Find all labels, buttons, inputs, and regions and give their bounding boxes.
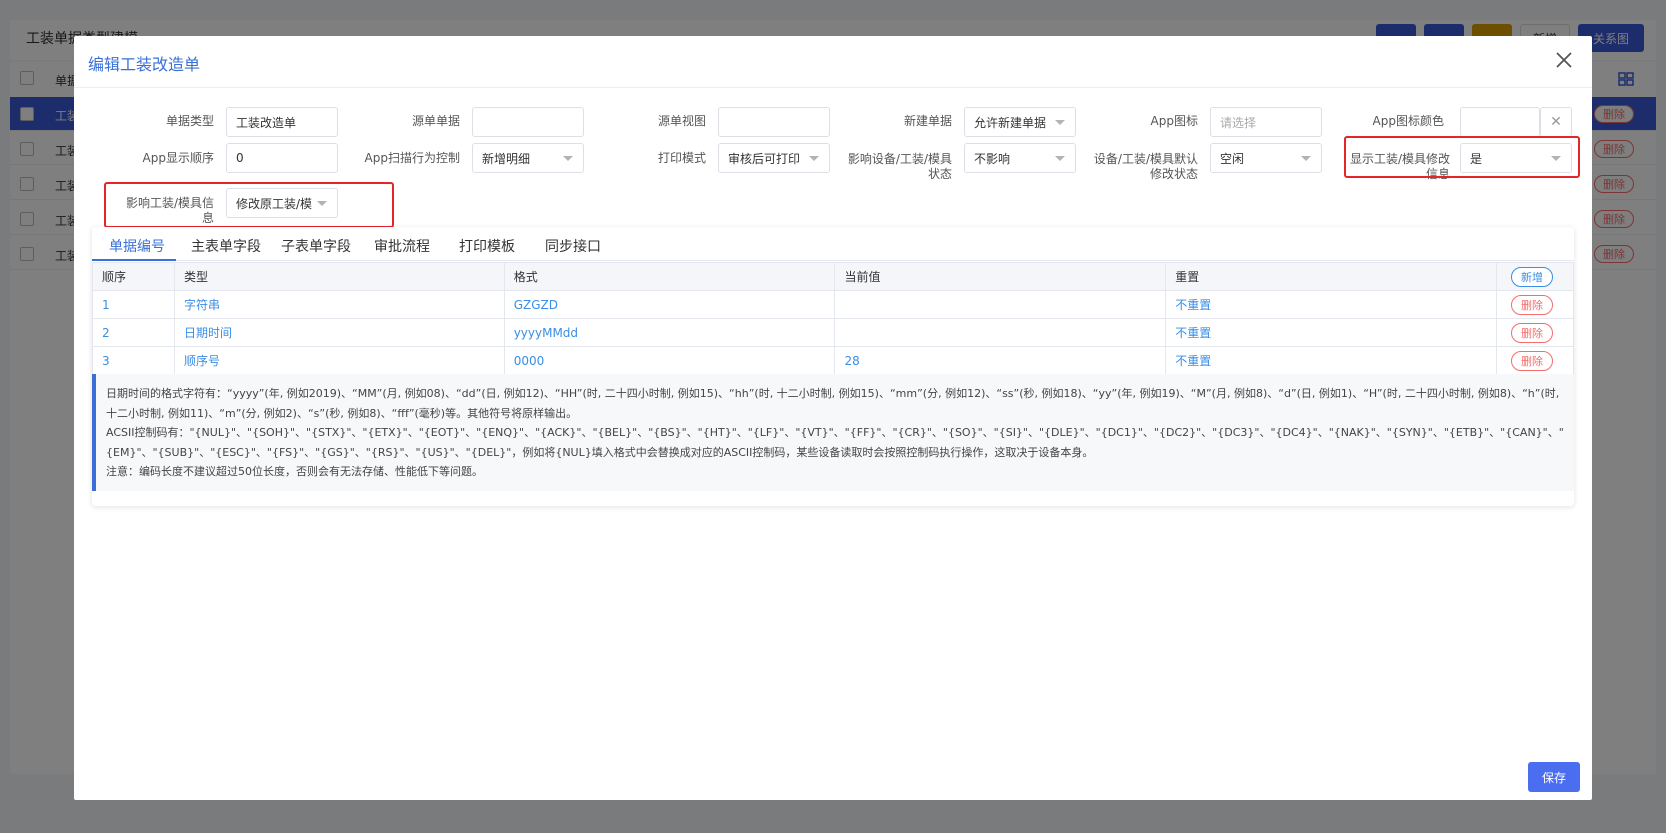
source-doc-label: 源单单据 [411,114,460,128]
column-header: 顺序 [92,262,175,291]
new-doc-value: 允许新建单据 [974,115,1047,130]
delete-row-button[interactable]: 删除 [1510,322,1553,343]
print-mode-value: 审核后可打印 [728,151,801,166]
new-doc-label: 新建单据 [903,114,952,128]
app-icon-field[interactable]: 请选择 [1210,107,1322,137]
tab-sub-fields[interactable]: 子表单字段 [281,236,351,256]
current-value-cell[interactable] [834,318,1167,347]
tab-bar: 单据编号 主表单字段 子表单字段 审批流程 打印模板 同步接口 [92,227,1574,261]
active-tab-indicator [92,259,176,261]
type-cell[interactable]: 字符串 [173,290,505,319]
affect-state-label: 影响设备/工装/模具状态 [847,152,952,181]
default-state-select[interactable]: 空闲 [1210,143,1322,173]
highlight-box [104,182,394,228]
table-row[interactable]: 2 日期时间 yyyyMMdd 不重置 删除 [92,318,1575,347]
dialog-header: 编辑工装改造单 [74,36,1592,88]
date-format-help: 日期时间的格式字符有：“yyyy”(年, 例如2019)、“MM”(月, 例如0… [106,387,1560,420]
order-cell[interactable]: 1 [92,290,175,319]
doc-type-field[interactable]: 工装改造单 [226,107,338,137]
tab-approval[interactable]: 审批流程 [374,236,430,256]
highlight-box [1344,136,1580,178]
add-row-button[interactable]: 新增 [1510,266,1553,287]
column-header: 重置 [1165,262,1497,291]
reset-cell[interactable]: 不重置 [1165,318,1497,347]
chevron-down-icon [809,156,819,161]
tab-print-template[interactable]: 打印模板 [459,236,515,256]
numbering-table: 顺序 类型 格式 当前值 重置 新增 1 字符串 GZGZD 不重置 删除 2 … [92,262,1575,375]
doc-type-label: 单据类型 [165,114,214,128]
ascii-code-help: ACSII控制码有："{NUL}"、"{SOH}"、"{STX}"、"{ETX}… [106,426,1564,459]
table-header-row: 顺序 类型 格式 当前值 重置 新增 [92,262,1575,291]
app-icon-color-label: App图标颜色 [1372,114,1444,128]
format-cell[interactable]: yyyyMMdd [503,318,836,347]
app-scan-label: App扫描行为控制 [364,151,460,165]
add-column: 新增 [1495,262,1575,291]
close-icon[interactable] [1552,48,1576,72]
default-state-value: 空闲 [1220,151,1245,166]
format-cell[interactable]: GZGZD [503,290,836,319]
new-doc-select[interactable]: 允许新建单据 [964,107,1076,137]
delete-row-button[interactable]: 删除 [1510,294,1553,315]
affect-state-select[interactable]: 不影响 [964,143,1076,173]
reset-cell[interactable]: 不重置 [1165,290,1497,319]
action-cell: 删除 [1495,290,1575,319]
table-row[interactable]: 3 顺序号 0000 28 不重置 删除 [92,346,1575,375]
tab-doc-number[interactable]: 单据编号 [109,236,165,256]
table-row[interactable]: 1 字符串 GZGZD 不重置 删除 [92,290,1575,319]
source-view-field[interactable] [718,107,830,137]
print-mode-select[interactable]: 审核后可打印 [718,143,830,173]
type-cell[interactable]: 日期时间 [173,318,505,347]
config-panel: 单据编号 主表单字段 子表单字段 审批流程 打印模板 同步接口 顺序 类型 格式… [92,227,1575,506]
chevron-down-icon [1055,120,1065,125]
print-mode-label: 打印模式 [657,151,706,165]
app-scan-select[interactable]: 新增明细 [472,143,584,173]
order-cell[interactable]: 3 [92,346,175,375]
delete-row-button[interactable]: 删除 [1510,350,1553,371]
dialog-title: 编辑工装改造单 [88,55,201,74]
clear-color-icon[interactable]: ✕ [1540,107,1572,137]
chevron-down-icon [1055,156,1065,161]
action-cell: 删除 [1495,346,1575,375]
tab-main-fields[interactable]: 主表单字段 [191,236,261,256]
app-icon-label: App图标 [1150,114,1198,128]
format-cell[interactable]: 0000 [503,346,836,375]
order-cell[interactable]: 2 [92,318,175,347]
save-button[interactable]: 保存 [1528,762,1580,792]
tab-sync-interface[interactable]: 同步接口 [545,236,601,256]
action-cell: 删除 [1495,318,1575,347]
app-order-label: App显示顺序 [142,151,214,165]
chevron-down-icon [1301,156,1311,161]
type-cell[interactable]: 顺序号 [173,346,505,375]
column-header: 类型 [173,262,505,291]
default-state-label: 设备/工装/模具默认修改状态 [1093,152,1198,181]
reset-cell[interactable]: 不重置 [1165,346,1497,375]
source-view-label: 源单视图 [657,114,706,128]
edit-dialog: 编辑工装改造单 单据类型 工装改造单 源单单据 源单视图 新建单据 允许新建单据… [74,36,1592,800]
current-value-cell[interactable]: 28 [834,346,1167,375]
affect-state-value: 不影响 [974,151,1011,166]
column-header: 格式 [503,262,836,291]
column-header: 当前值 [834,262,1167,291]
format-help-note: 日期时间的格式字符有：“yyyy”(年, 例如2019)、“MM”(月, 例如0… [92,374,1574,491]
app-order-field[interactable]: 0 [226,143,338,173]
current-value-cell[interactable] [834,290,1167,319]
app-scan-value: 新增明细 [482,151,531,166]
chevron-down-icon [563,156,573,161]
source-doc-field[interactable] [472,107,584,137]
length-warning: 注意：编码长度不建议超过50位长度，否则会有无法存储、性能低下等问题。 [106,465,483,478]
app-icon-color-field[interactable] [1460,107,1540,137]
